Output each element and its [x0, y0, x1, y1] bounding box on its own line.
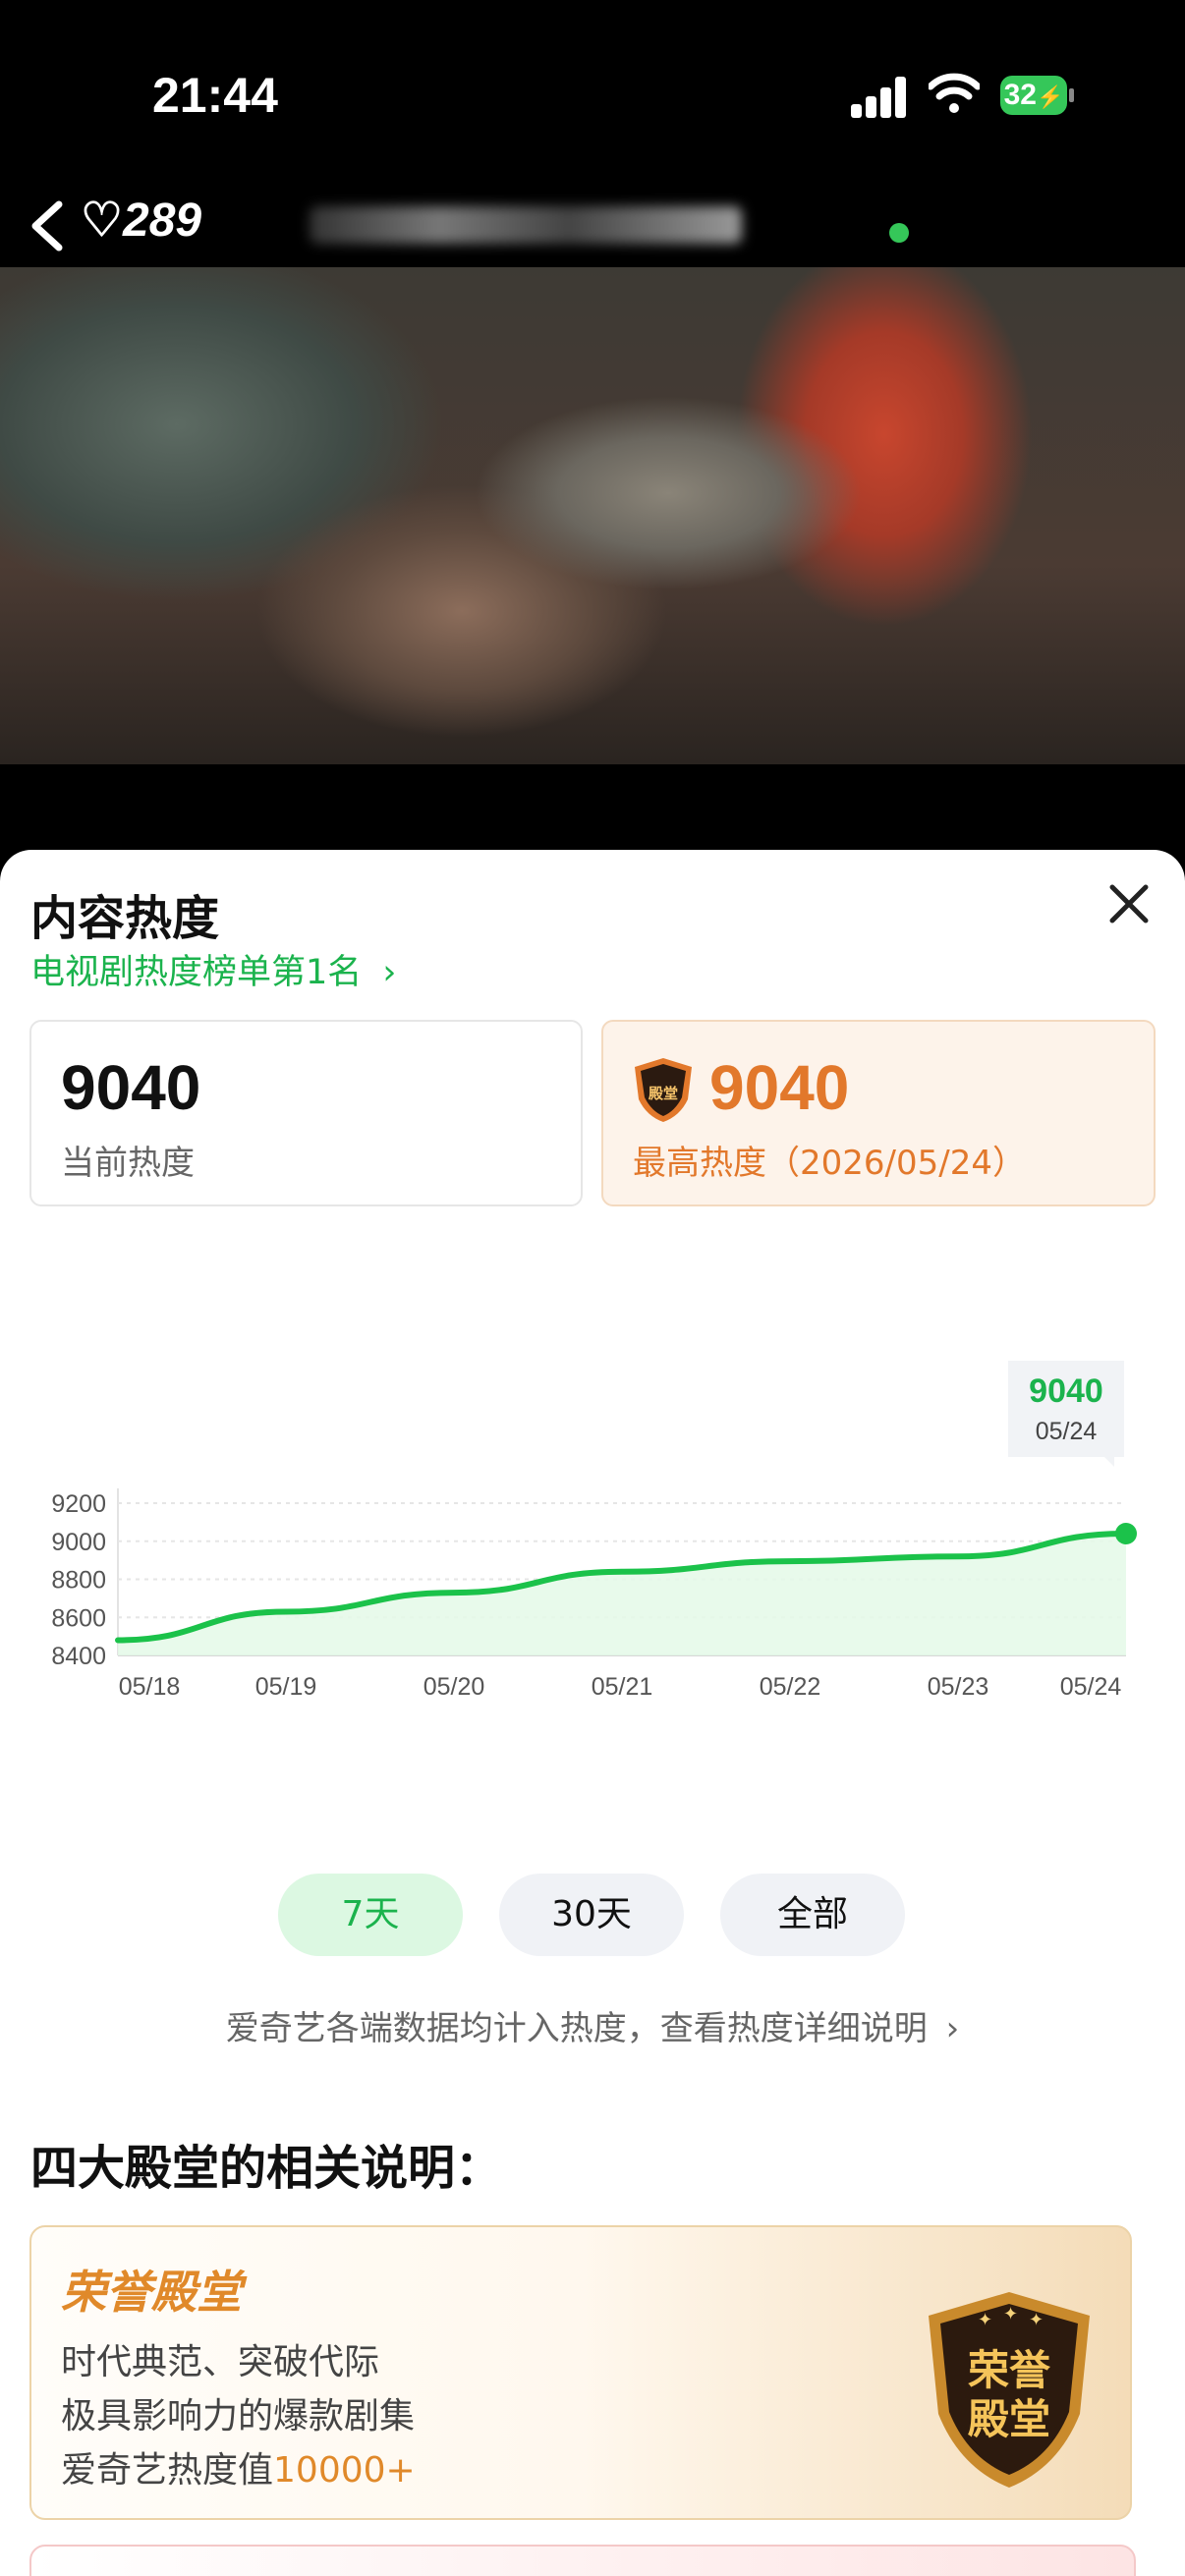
battery-level: 32	[1003, 79, 1037, 111]
x-tick-label: 05/18	[119, 1673, 181, 1701]
status-bar: 21:44 32⚡	[0, 0, 1185, 196]
tooltip-value: 9040	[1029, 1372, 1103, 1410]
section-title: 四大殿堂的相关说明：	[30, 2141, 503, 2196]
blurred-danmaku	[310, 206, 742, 244]
current-heat-label: 当前热度	[61, 1144, 195, 1183]
current-heat-card: 9040 当前热度	[29, 1020, 583, 1206]
heat-note-text: 爱奇艺各端数据均计入热度，查看热度详细说明	[225, 2009, 928, 2048]
online-dot-icon	[889, 222, 909, 243]
next-hall-card	[29, 2545, 1136, 2576]
wifi-icon	[929, 73, 980, 113]
svg-text:✦: ✦	[978, 2310, 992, 2330]
badge-top-text: 荣誉	[968, 2346, 1051, 2394]
svg-text:✦: ✦	[1003, 2304, 1018, 2324]
rank-link[interactable]: 电视剧热度榜单第1名 ›	[30, 944, 396, 994]
danmaku-comment: 真好，互相救	[889, 190, 1185, 260]
hall-desc-line2: 极具影响力的爆款剧集	[61, 2396, 416, 2436]
x-tick-label: 05/19	[255, 1673, 317, 1701]
x-tick-label: 05/20	[423, 1673, 485, 1701]
battery-icon: 32⚡	[1000, 76, 1075, 115]
peak-heat-label: 最高热度（2026/05/24）	[633, 1144, 1026, 1183]
peak-heat-value: 9040	[709, 1052, 850, 1123]
data-point[interactable]	[1115, 1523, 1137, 1544]
range-button-all[interactable]: 全部	[720, 1874, 905, 1956]
rank-link-label: 电视剧热度榜单第1名	[30, 953, 363, 992]
y-tick-label: 9200	[51, 1490, 106, 1518]
peak-heat-card: 殿堂 9040 最高热度（2026/05/24）	[601, 1020, 1156, 1206]
cellular-signal-icon	[851, 77, 906, 118]
heat-note-link[interactable]: 爱奇艺各端数据均计入热度，查看热度详细说明 ›	[0, 2001, 1185, 2049]
range-button-7d[interactable]: 7天	[278, 1874, 463, 1956]
panel-title: 内容热度	[30, 891, 220, 946]
series-area	[118, 1534, 1126, 1655]
heat-line-chart: 9200 9000 8800 8600 8400 05/18 05/19 05/20 05/21…	[51, 1361, 1137, 1701]
chart-tooltip: 9040 05/24	[1008, 1361, 1124, 1467]
hall-badge-icon: 殿堂	[635, 1058, 692, 1122]
chevron-right-icon: ›	[382, 953, 397, 992]
current-heat-value: 9040	[61, 1052, 201, 1123]
y-tick-label: 8400	[51, 1643, 106, 1670]
chevron-right-icon: ›	[945, 2009, 960, 2048]
honor-hall-badge-icon: ✦ ✦ ✦ 荣誉 殿堂	[929, 2292, 1090, 2488]
back-arrow-icon[interactable]	[20, 196, 79, 255]
x-tick-label: 05/24	[1060, 1673, 1122, 1701]
honor-hall-card: 荣誉殿堂 时代典范、突破代际 极具影响力的爆款剧集 爱奇艺热度值10000+ ✦…	[29, 2225, 1132, 2520]
range-button-30d[interactable]: 30天	[499, 1874, 684, 1956]
y-tick-label: 9000	[51, 1529, 106, 1556]
status-time: 21:44	[152, 68, 278, 123]
x-tick-label: 05/22	[760, 1673, 821, 1701]
x-tick-label: 05/21	[592, 1673, 653, 1701]
x-tick-label: 05/23	[928, 1673, 989, 1701]
danmaku-comment-text: 真好，互相救	[919, 200, 1185, 257]
hall-threshold-value: 10000+	[273, 2450, 416, 2491]
tooltip-date: 05/24	[1036, 1418, 1098, 1445]
hall-desc-line3: 爱奇艺热度值10000+	[61, 2441, 416, 2492]
peak-badge-text: 殿堂	[648, 1085, 678, 1102]
hall-threshold-prefix: 爱奇艺热度值	[61, 2450, 274, 2491]
video-frame[interactable]	[0, 267, 1185, 764]
hall-desc-line1: 时代典范、突破代际	[61, 2342, 380, 2382]
close-icon[interactable]	[1104, 879, 1154, 928]
heart-count: ♡289	[81, 193, 201, 248]
hall-name: 荣誉殿堂	[61, 2266, 242, 2319]
heart-count-value: 289	[123, 195, 202, 247]
heart-icon: ♡	[81, 195, 124, 247]
y-tick-label: 8600	[51, 1604, 106, 1632]
heat-panel: 内容热度 电视剧热度榜单第1名 › 9040 当前热度 殿堂 9040 最高热度…	[0, 850, 1185, 2576]
svg-text:✦: ✦	[1029, 2310, 1044, 2330]
y-tick-label: 8800	[51, 1567, 106, 1595]
badge-bottom-text: 殿堂	[968, 2395, 1050, 2443]
